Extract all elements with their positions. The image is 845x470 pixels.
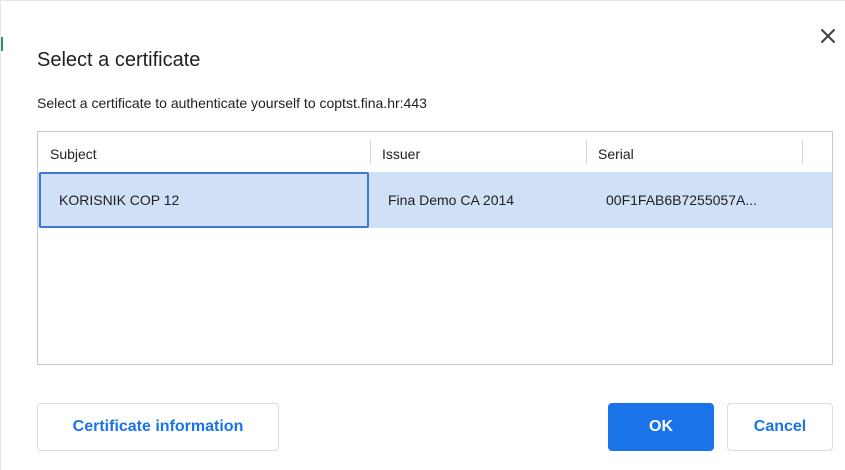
table-header: Subject Issuer Serial xyxy=(38,132,832,172)
certificate-information-button[interactable]: Certificate information xyxy=(37,403,279,451)
column-divider[interactable] xyxy=(802,140,803,164)
cancel-button[interactable]: Cancel xyxy=(727,403,833,451)
column-header-serial[interactable]: Serial xyxy=(586,132,802,172)
ok-button[interactable]: OK xyxy=(608,403,714,451)
certificate-table: Subject Issuer Serial KORISNIK COP 12 Fi… xyxy=(37,131,833,365)
cell-subject[interactable]: KORISNIK COP 12 xyxy=(39,172,369,228)
close-button[interactable] xyxy=(815,23,841,49)
dialog-title: Select a certificate xyxy=(37,49,201,71)
table-row[interactable]: KORISNIK COP 12 Fina Demo CA 2014 00F1FA… xyxy=(38,172,832,228)
certificate-dialog: Select a certificate Select a certificat… xyxy=(0,0,845,470)
cell-serial[interactable]: 00F1FAB6B7255057A... xyxy=(606,172,806,228)
column-header-subject[interactable]: Subject xyxy=(38,132,370,172)
column-header-issuer[interactable]: Issuer xyxy=(370,132,586,172)
close-icon xyxy=(821,29,835,43)
dialog-description: Select a certificate to authenticate you… xyxy=(37,95,427,111)
cell-issuer[interactable]: Fina Demo CA 2014 xyxy=(388,172,578,228)
window-edge-accent xyxy=(1,37,3,51)
